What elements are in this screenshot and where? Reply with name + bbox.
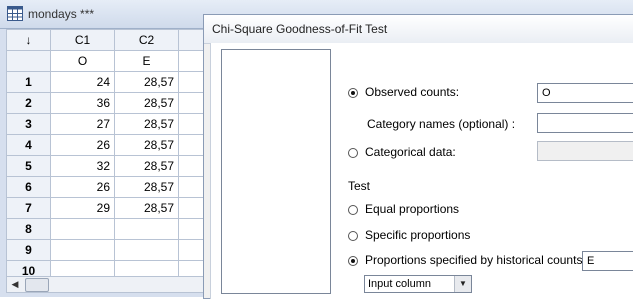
grid-corner-arrow[interactable]: ↓: [6, 29, 51, 51]
scrollbar-thumb[interactable]: [25, 278, 49, 292]
column-name-c1[interactable]: O: [50, 50, 115, 72]
row-header[interactable]: 7: [6, 197, 51, 219]
row-header[interactable]: 4: [6, 134, 51, 156]
test-heading: Test: [348, 179, 371, 193]
column-header-c1[interactable]: C1: [50, 29, 115, 51]
row-header[interactable]: 6: [6, 176, 51, 198]
cell-c2[interactable]: 28,57: [114, 197, 179, 219]
row-header[interactable]: 1: [6, 71, 51, 93]
cell-c2[interactable]: [114, 239, 179, 261]
cell-c1[interactable]: 27: [50, 113, 115, 135]
worksheet-grid: ↓ C1 C2 O E 1 24 28,57 2 36 28,57 3 27 2…: [6, 29, 209, 282]
specific-proportions-radio[interactable]: [348, 231, 358, 241]
observed-counts-label: Observed counts:: [365, 85, 460, 99]
categorical-data-radio[interactable]: [348, 148, 358, 158]
cell-c1[interactable]: 26: [50, 134, 115, 156]
historical-counts-radio[interactable]: [348, 256, 358, 266]
cell-c2[interactable]: 28,57: [114, 134, 179, 156]
cell-c2[interactable]: 28,57: [114, 92, 179, 114]
cell-c2[interactable]: 28,57: [114, 71, 179, 93]
cell-c1[interactable]: 32: [50, 155, 115, 177]
specific-proportions-label: Specific proportions: [365, 228, 471, 242]
cell-c1[interactable]: 24: [50, 71, 115, 93]
cell-c1[interactable]: [50, 218, 115, 240]
cell-c1[interactable]: 29: [50, 197, 115, 219]
cell-c1[interactable]: 26: [50, 176, 115, 198]
row-header[interactable]: 8: [6, 218, 51, 240]
chevron-down-icon[interactable]: ▼: [454, 276, 471, 292]
historical-counts-label: Proportions specified by historical coun…: [365, 253, 586, 267]
row-header[interactable]: 3: [6, 113, 51, 135]
input-type-dropdown[interactable]: Input column ▼: [364, 275, 472, 293]
dialog-titlebar[interactable]: Chi-Square Goodness-of-Fit Test: [204, 15, 633, 44]
worksheet-icon: [7, 6, 23, 21]
observed-counts-field[interactable]: O: [537, 83, 633, 103]
dialog-body: Observed counts: O Category names (optio…: [210, 43, 633, 299]
observed-counts-radio[interactable]: [348, 88, 358, 98]
cell-c2[interactable]: 28,57: [114, 155, 179, 177]
scroll-left-arrow-icon[interactable]: ◀: [7, 277, 23, 292]
column-name-c2[interactable]: E: [114, 50, 179, 72]
row-header[interactable]: 5: [6, 155, 51, 177]
chi-square-dialog: Chi-Square Goodness-of-Fit Test Observed…: [203, 14, 633, 299]
cell-c2[interactable]: 28,57: [114, 113, 179, 135]
category-names-label: Category names (optional) :: [367, 117, 516, 131]
row-header[interactable]: 9: [6, 239, 51, 261]
category-names-field[interactable]: [537, 113, 633, 133]
cell-c2[interactable]: [114, 218, 179, 240]
cell-c1[interactable]: [50, 239, 115, 261]
horizontal-scrollbar[interactable]: ◀: [6, 276, 206, 293]
input-type-selected: Input column: [368, 278, 431, 290]
worksheet-title: mondays ***: [28, 7, 95, 21]
cell-c1[interactable]: 36: [50, 92, 115, 114]
column-header-c2[interactable]: C2: [114, 29, 179, 51]
variable-list[interactable]: [221, 49, 331, 294]
dialog-title: Chi-Square Goodness-of-Fit Test: [212, 22, 388, 36]
row-header[interactable]: 2: [6, 92, 51, 114]
categorical-data-label: Categorical data:: [365, 145, 456, 159]
historical-counts-field[interactable]: E: [582, 251, 633, 271]
categorical-data-field[interactable]: [537, 141, 633, 161]
equal-proportions-label: Equal proportions: [365, 202, 460, 216]
cell-c2[interactable]: 28,57: [114, 176, 179, 198]
equal-proportions-radio[interactable]: [348, 205, 358, 215]
name-row-header: [6, 50, 51, 72]
